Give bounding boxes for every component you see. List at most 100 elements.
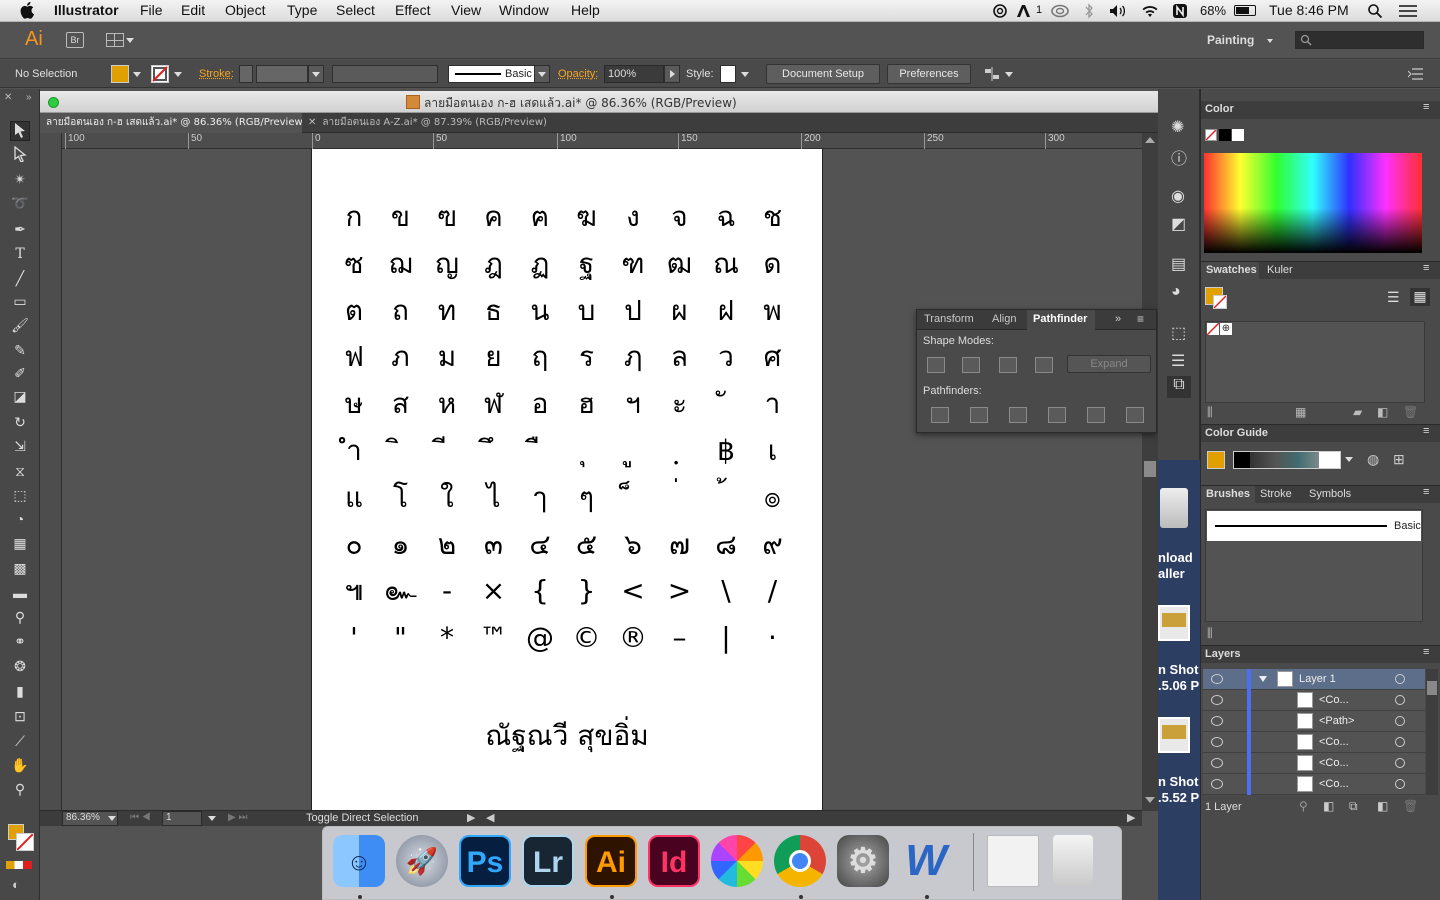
arrange-documents-icon[interactable] <box>106 33 124 47</box>
graphic-style-swatch[interactable] <box>720 65 736 83</box>
draw-mode-icon[interactable]: ◐ <box>12 877 20 892</box>
layer-row[interactable]: <Path> <box>1203 711 1425 732</box>
glyph-cell[interactable]: ฏ <box>520 244 560 284</box>
document-setup-button[interactable]: Document Setup <box>766 64 880 84</box>
menu-object[interactable]: Object <box>225 2 265 18</box>
artboard[interactable]: ณัฐณวี สุขอิ่ม กขฃคฅฆงจฉชซฌญฎฏฐฑฒณดตถทธน… <box>311 149 823 811</box>
creative-cloud-icon[interactable] <box>992 4 1008 18</box>
menu-effect[interactable]: Effect <box>395 2 431 18</box>
visibility-eye-icon[interactable] <box>1211 779 1223 789</box>
target-icon[interactable] <box>1395 695 1405 705</box>
symbol-sprayer-tool-icon[interactable]: ❂ <box>10 656 30 676</box>
stroke-label[interactable]: Stroke: <box>199 68 234 80</box>
glyph-cell[interactable]: ว <box>706 337 746 377</box>
glyph-cell[interactable]: ๐ <box>334 525 374 565</box>
glyph-cell[interactable]: ๘ <box>706 525 746 565</box>
free-transform-tool-icon[interactable]: ⬚ <box>10 485 30 505</box>
page-chevron-icon[interactable] <box>208 816 216 821</box>
lasso-tool-icon[interactable]: ➰ <box>10 193 30 213</box>
panel-menu-icon[interactable]: ≡ <box>1137 312 1144 326</box>
notification-center-icon[interactable] <box>1398 4 1418 18</box>
divide-icon[interactable] <box>931 407 949 423</box>
n-icon[interactable] <box>1172 3 1188 19</box>
glyph-cell[interactable]: ฐ <box>567 244 607 284</box>
layer-name[interactable]: <Co... <box>1319 694 1349 706</box>
glyph-cell[interactable]: บ <box>567 291 607 331</box>
delete-swatch-icon[interactable]: 🗑 <box>1403 405 1418 419</box>
dock-system-preferences-icon[interactable]: ⚙ <box>837 835 889 887</box>
glyph-cell[interactable]: © <box>567 618 607 658</box>
eraser-tool-icon[interactable]: ◪ <box>10 386 30 406</box>
target-icon[interactable] <box>1395 779 1405 789</box>
selection-tool-icon[interactable] <box>10 121 30 141</box>
white-swatch[interactable] <box>1232 129 1244 141</box>
status-menu-icon[interactable]: ▶ <box>467 811 475 824</box>
glyph-cell[interactable]: ไ <box>474 478 514 518</box>
glyph-cell[interactable]: · <box>753 618 793 658</box>
dock-photoshop-icon[interactable]: Ps <box>459 835 511 887</box>
glyph-cell[interactable]: ำ <box>334 431 374 471</box>
glyph-cell[interactable]: / <box>753 571 793 611</box>
sync-icon[interactable] <box>1050 4 1070 18</box>
control-panel-menu-icon[interactable] <box>1408 68 1424 80</box>
expand-button[interactable]: Expand <box>1067 355 1151 373</box>
layer-row[interactable]: <Co... <box>1203 732 1425 753</box>
arrange-chevron-down-icon[interactable] <box>126 38 134 43</box>
glyph-cell[interactable]: ม <box>427 337 467 377</box>
stroke-weight-stepper[interactable] <box>239 65 253 83</box>
glyph-cell[interactable]: ก <box>334 197 374 237</box>
expand-layer-icon[interactable] <box>1259 676 1267 682</box>
list-view-icon[interactable]: ☰ <box>1387 289 1403 305</box>
panel-menu-icon[interactable]: ≡ <box>1423 486 1429 498</box>
horizontal-ruler[interactable]: 100 50 0 50 100 150 200 250 300 <box>62 133 1142 149</box>
visibility-eye-icon[interactable] <box>1211 716 1223 726</box>
gradient-icon[interactable]: ▤ <box>1171 254 1186 274</box>
glyph-cell[interactable]: ฺ <box>660 431 700 471</box>
layer-name[interactable]: <Co... <box>1319 736 1349 748</box>
layer-name[interactable]: <Co... <box>1319 757 1349 769</box>
swatch-libraries-icon[interactable]: ⫼ <box>1207 405 1213 420</box>
glyph-cell[interactable]: โ <box>381 478 421 518</box>
brush-definition[interactable]: Basic <box>448 65 548 83</box>
glyph-cell[interactable]: ษ <box>334 384 374 424</box>
glyph-cell[interactable]: ฉ <box>706 197 746 237</box>
glyph-cell[interactable]: อ <box>520 384 560 424</box>
tab-swatches[interactable]: Swatches <box>1201 262 1259 279</box>
bridge-button[interactable]: Br <box>66 32 84 48</box>
glyph-cell[interactable]: < <box>613 571 653 611</box>
menu-select[interactable]: Select <box>336 2 375 18</box>
glyph-cell[interactable]: ฬ <box>474 384 514 424</box>
glyph-cell[interactable]: ฤ <box>520 337 560 377</box>
glyph-cell[interactable]: ค <box>474 197 514 237</box>
harmony-rules-strip[interactable] <box>1233 451 1341 469</box>
color-spectrum[interactable] <box>1204 153 1422 253</box>
panel-menu-icon[interactable]: ≡ <box>1423 101 1429 113</box>
glyph-cell[interactable]: ึ <box>474 431 514 471</box>
glyph-cell[interactable]: ธ <box>474 291 514 331</box>
layer-row[interactable]: <Co... <box>1203 753 1425 774</box>
glyph-cell[interactable]: ฝ <box>706 291 746 331</box>
shape-builder-tool-icon[interactable]: ◔ <box>10 509 30 529</box>
glyph-cell[interactable]: แ <box>334 478 374 518</box>
glyph-cell[interactable]: ๗ <box>660 525 700 565</box>
stroke-chevron-down-icon[interactable] <box>174 72 182 77</box>
outline-icon[interactable] <box>1087 407 1105 423</box>
glyph-cell[interactable]: ถ <box>381 291 421 331</box>
stroke-weight-input[interactable] <box>256 65 308 83</box>
opacity-arrow[interactable] <box>664 65 680 83</box>
vertical-scrollbar[interactable] <box>1142 133 1158 811</box>
fill-chevron-down-icon[interactable] <box>133 72 141 77</box>
pencil-tool-icon[interactable]: ✎ <box>10 340 30 360</box>
glyph-cell[interactable]: ป <box>613 291 653 331</box>
glyph-cell[interactable]: ื <box>520 431 560 471</box>
scroll-down-icon[interactable] <box>1145 797 1155 803</box>
tab-latin-alphabet[interactable]: ✕ ลายมือตนเอง A-Z.ai* @ 87.39% (RGB/Previ… <box>302 113 582 133</box>
glyph-cell[interactable]: – <box>660 618 700 658</box>
gradient-tool-icon[interactable]: ▬ <box>10 583 30 603</box>
tab-kuler[interactable]: Kuler <box>1267 264 1293 276</box>
glyph-cell[interactable]: ๓ <box>474 525 514 565</box>
minus-front-icon[interactable] <box>962 357 980 373</box>
preferences-button[interactable]: Preferences <box>887 64 971 84</box>
glyph-cell[interactable]: ฯ <box>613 384 653 424</box>
menu-view[interactable]: View <box>451 2 481 18</box>
